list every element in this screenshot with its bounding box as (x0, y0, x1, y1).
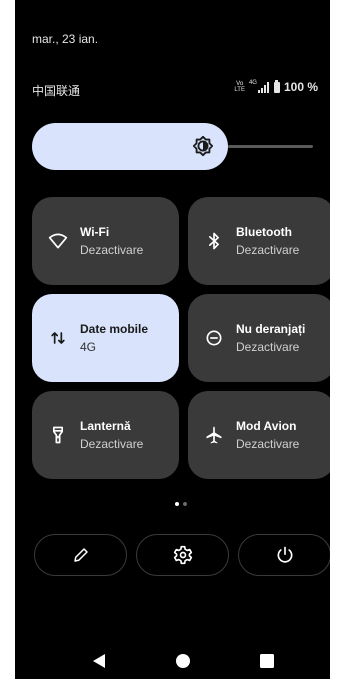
home-icon[interactable] (176, 654, 190, 668)
page-dot (183, 502, 187, 506)
wifi-icon (48, 233, 68, 249)
tile-title: Date mobile (80, 322, 149, 336)
tile-title: Lanternă (80, 419, 131, 433)
tile-subtitle: Dezactivare (80, 243, 144, 257)
battery-icon (273, 79, 280, 93)
mobile-data-icon (51, 332, 65, 344)
back-icon[interactable] (93, 654, 105, 668)
brightness-slider[interactable] (32, 123, 313, 170)
do-not-disturb-icon (206, 330, 222, 346)
brightness-track (228, 145, 313, 148)
edit-button[interactable] (34, 534, 127, 576)
tile-subtitle: Dezactivare (236, 340, 300, 354)
tile-title: Nu deranjați (236, 322, 306, 336)
tile-bluetooth[interactable]: Bluetooth Dezactivare (188, 197, 330, 285)
tile-title: Bluetooth (236, 225, 292, 239)
status-icons: Vo LTE 4G 100 % (234, 79, 318, 94)
flashlight-icon (53, 426, 64, 444)
carrier-label: 中国联通 (32, 84, 81, 98)
navigation-bar (15, 645, 330, 675)
tile-subtitle: Dezactivare (80, 437, 144, 451)
tile-mobile-data[interactable]: Date mobile 4G (32, 294, 179, 382)
page-indicator (175, 502, 187, 506)
power-button[interactable] (238, 534, 330, 576)
recents-icon[interactable] (260, 654, 274, 668)
quick-settings-panel: mar., 23 ian. 中国联通 Vo LTE 4G 100 % Wi-Fi (15, 0, 330, 679)
tile-wifi[interactable]: Wi-Fi Dezactivare (32, 197, 179, 285)
edit-icon (73, 548, 88, 562)
tile-subtitle: Dezactivare (236, 437, 300, 451)
power-icon (277, 546, 292, 563)
tile-subtitle: Dezactivare (236, 243, 300, 257)
bluetooth-icon (209, 232, 219, 250)
network-type: 4G (248, 80, 257, 86)
tile-do-not-disturb[interactable]: Nu deranjați Dezactivare (188, 294, 330, 382)
battery-percent: 100 % (283, 80, 318, 94)
page-dot-active (175, 502, 179, 506)
tile-subtitle: 4G (80, 340, 97, 354)
tile-title: Mod Avion (236, 419, 297, 433)
tile-title: Wi-Fi (80, 225, 110, 239)
date-label: mar., 23 ian. (32, 32, 99, 46)
tile-flashlight[interactable]: Lanternă Dezactivare (32, 391, 179, 479)
settings-icon (173, 545, 192, 565)
signal-icon (257, 81, 269, 93)
airplane-icon (206, 426, 222, 444)
tile-airplane-mode[interactable]: Mod Avion Dezactivare (188, 391, 330, 479)
brightness-icon (192, 135, 214, 157)
volte-icon: Vo LTE (234, 81, 245, 93)
settings-button[interactable] (136, 534, 229, 576)
